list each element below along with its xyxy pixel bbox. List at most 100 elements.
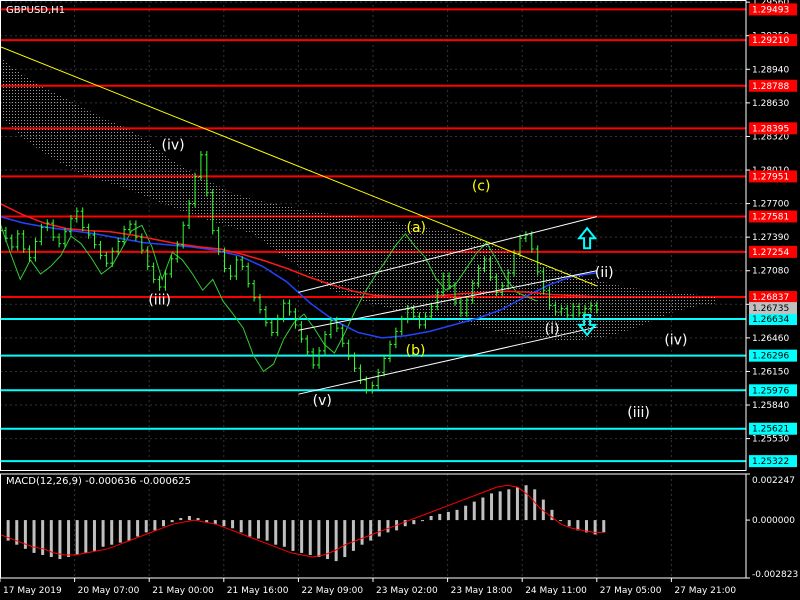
macd-histogram-bar[interactable] [153, 520, 157, 531]
wave-label: (ii) [595, 265, 614, 281]
x-tick-label: 27 May 05:00 [600, 586, 662, 596]
macd-histogram-bar[interactable] [507, 489, 511, 521]
wave-label: (b) [406, 343, 426, 359]
macd-histogram-bar[interactable] [300, 520, 304, 553]
x-tick-label: 24 May 11:00 [525, 586, 587, 596]
macd-histogram-bar[interactable] [386, 520, 390, 533]
macd-histogram-bar[interactable] [567, 520, 571, 527]
level-price-tag: 1.28395 [749, 122, 797, 135]
current-price-text: 1.26735 [752, 304, 789, 314]
macd-histogram-bar[interactable] [308, 520, 312, 555]
macd-histogram-bar[interactable] [179, 518, 183, 521]
level-tag-text: 1.25621 [752, 425, 789, 435]
macd-histogram-bar[interactable] [41, 520, 45, 555]
level-price-tag: 1.26837 [749, 291, 797, 304]
macd-histogram-bar[interactable] [67, 520, 71, 558]
wave-label: (v) [313, 393, 332, 409]
macd-histogram-bar[interactable] [524, 485, 528, 521]
wave-label: (iii) [627, 405, 650, 421]
macd-histogram-bar[interactable] [118, 520, 122, 543]
macd-histogram-bar[interactable] [420, 520, 424, 522]
y-tick-label: 1.28630 [752, 99, 789, 109]
level-price-tag: 1.29210 [749, 34, 797, 47]
macd-histogram-bar[interactable] [481, 497, 485, 521]
macd-histogram-bar[interactable] [533, 489, 537, 521]
macd-histogram-bar[interactable] [490, 493, 494, 521]
macd-histogram-bar[interactable] [170, 520, 174, 523]
macd-histogram-bar[interactable] [127, 520, 131, 541]
macd-histogram-bar[interactable] [559, 520, 563, 522]
macd-histogram-bar[interactable] [317, 520, 321, 558]
level-price-tag: 1.29493 [749, 3, 797, 16]
macd-histogram-bar[interactable] [187, 515, 191, 521]
level-tag-text: 1.29210 [752, 36, 789, 46]
macd-histogram-bar[interactable] [136, 520, 140, 537]
level-tag-text: 1.28788 [752, 82, 789, 92]
wave-label: (iv) [664, 332, 687, 348]
macd-histogram-bar[interactable] [602, 520, 606, 533]
level-price-tag: 1.25621 [749, 422, 797, 435]
macd-histogram-bar[interactable] [412, 520, 416, 525]
macd-histogram-bar[interactable] [110, 520, 114, 545]
macd-histogram-bar[interactable] [369, 520, 373, 541]
macd-histogram-bar[interactable] [222, 520, 226, 527]
level-price-tag: 1.28788 [749, 79, 797, 92]
macd-histogram-bar[interactable] [515, 487, 519, 521]
macd-histogram-bar[interactable] [343, 520, 347, 558]
macd-histogram-bar[interactable] [291, 520, 295, 551]
macd-histogram-bar[interactable] [144, 520, 148, 533]
macd-histogram-bar[interactable] [265, 520, 269, 541]
macd-histogram-bar[interactable] [248, 520, 252, 537]
x-tick-label: 27 May 21:00 [674, 586, 736, 596]
macd-histogram-bar[interactable] [58, 520, 62, 560]
macd-y-label: 0.000000 [752, 516, 795, 526]
level-tag-text: 1.27254 [752, 248, 789, 258]
wave-label: (iii) [148, 292, 171, 308]
macd-histogram-bar[interactable] [498, 491, 502, 521]
macd-histogram-bar[interactable] [32, 520, 36, 553]
x-tick-label: 17 May 2019 [3, 586, 62, 596]
macd-histogram-bar[interactable] [351, 520, 355, 551]
macd-title: MACD(12,26,9) -0.000636 -0.000625 [6, 476, 191, 487]
macd-histogram-bar[interactable] [429, 515, 433, 521]
macd-histogram-bar[interactable] [162, 520, 166, 527]
macd-histogram-bar[interactable] [472, 501, 476, 521]
macd-histogram-bar[interactable] [455, 509, 459, 521]
macd-histogram-bar[interactable] [84, 520, 88, 553]
level-tag-text: 1.27581 [752, 212, 789, 222]
macd-histogram-bar[interactable] [231, 520, 235, 529]
macd-histogram-bar[interactable] [377, 520, 381, 537]
y-tick-label: 1.27700 [752, 200, 789, 210]
y-tick-label: 1.26460 [752, 334, 789, 344]
macd-histogram-bar[interactable] [239, 520, 243, 533]
macd-histogram-bar[interactable] [196, 518, 200, 521]
macd-histogram-bar[interactable] [282, 520, 286, 547]
macd-histogram-bar[interactable] [334, 520, 338, 562]
y-tick-label: 1.25530 [752, 435, 789, 445]
macd-histogram-bar[interactable] [446, 511, 450, 521]
level-tag-text: 1.26634 [752, 315, 789, 325]
macd-histogram-bar[interactable] [256, 520, 260, 539]
macd-histogram-bar[interactable] [75, 520, 79, 555]
level-price-tag: 1.25976 [749, 384, 797, 397]
y-tick-label: 1.28940 [752, 65, 789, 75]
macd-histogram-bar[interactable] [360, 520, 364, 545]
trading-chart[interactable]: (iv) (iii) (v) (a) (b) (c) (ii) (i) (iv) (iii) 1.… [0, 0, 800, 600]
macd-histogram-bar[interactable] [274, 520, 278, 545]
y-tick-label: 1.26150 [752, 367, 789, 377]
level-price-tag: 1.27581 [749, 210, 797, 223]
macd-histogram-bar[interactable] [92, 520, 96, 551]
macd-histogram-bar[interactable] [438, 513, 442, 521]
y-tick-label: 1.27390 [752, 233, 789, 243]
x-tick-label: 21 May 00:00 [152, 586, 214, 596]
level-price-tag: 1.25322 [749, 455, 797, 468]
level-price-tag: 1.27951 [749, 170, 797, 183]
level-tag-text: 1.27951 [752, 172, 789, 182]
macd-histogram-bar[interactable] [101, 520, 105, 547]
macd-histogram-bar[interactable] [464, 505, 468, 521]
level-price-tag: 1.26296 [749, 349, 797, 362]
x-tick-label: 21 May 16:00 [227, 586, 289, 596]
symbol-label: GBPUSD,H1 [6, 5, 65, 16]
level-tag-text: 1.25976 [752, 386, 789, 396]
x-tick-label: 22 May 09:00 [301, 586, 363, 596]
